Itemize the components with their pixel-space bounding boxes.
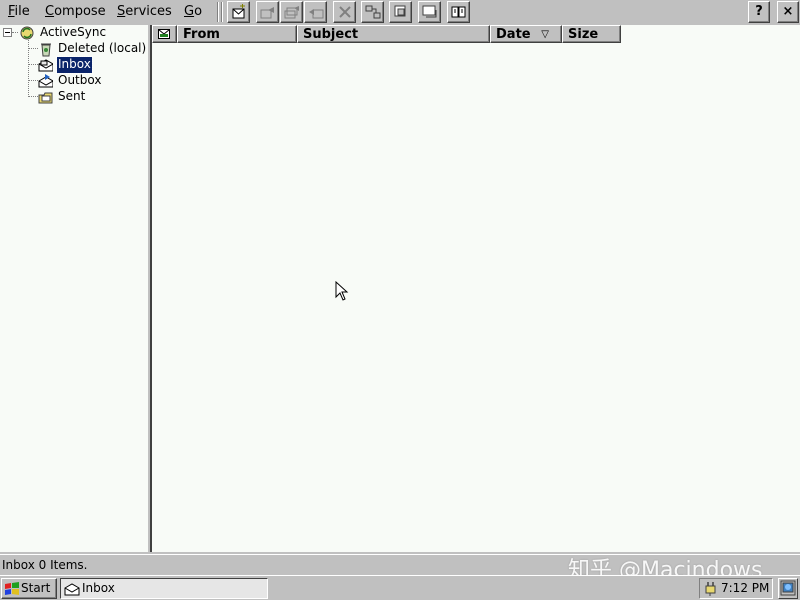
- column-header-size[interactable]: Size: [562, 25, 621, 43]
- status-text: Inbox 0 Items.: [2, 558, 88, 572]
- column-header-from[interactable]: From: [177, 25, 297, 43]
- send-receive-button[interactable]: [418, 1, 441, 23]
- message-list[interactable]: From Subject Date ▽ Size: [152, 25, 800, 552]
- sent-folder-icon: [38, 92, 53, 104]
- show-desktop-button[interactable]: [778, 578, 798, 599]
- connect-button[interactable]: [361, 1, 384, 23]
- tree-item-inbox[interactable]: Inbox: [0, 56, 148, 74]
- inbox-icon: [64, 583, 80, 596]
- delete-icon: [339, 6, 351, 18]
- start-label: Start: [21, 581, 51, 595]
- column-header-icon[interactable]: [152, 25, 177, 43]
- reply-all-icon: [284, 6, 299, 19]
- tree-item-activesync[interactable]: ActiveSync: [0, 25, 148, 41]
- show-desktop-icon: [780, 580, 796, 596]
- disconnect-button[interactable]: [389, 1, 412, 23]
- column-header-date[interactable]: Date ▽: [490, 25, 562, 43]
- forward-button[interactable]: [304, 1, 327, 23]
- folder-tree: ActiveSync Deleted (local) Inbox Outbox: [0, 25, 148, 552]
- tree-label: ActiveSync: [40, 25, 107, 39]
- clock[interactable]: 7:12 PM: [721, 581, 769, 595]
- outbox-icon: [38, 74, 53, 88]
- taskbar-button-inbox[interactable]: Inbox: [60, 578, 268, 599]
- start-button[interactable]: Start: [1, 578, 57, 599]
- disconnect-icon: [394, 5, 406, 17]
- menu-compose[interactable]: Compose: [45, 4, 106, 20]
- delete-button[interactable]: [333, 1, 356, 23]
- taskbar: Start Inbox 7:12 PM: [0, 575, 800, 600]
- deleted-folder-icon: [41, 43, 51, 57]
- envelope-icon: [158, 29, 170, 39]
- toolbar-separator: [218, 2, 219, 22]
- reply-all-button[interactable]: [280, 1, 303, 23]
- connect-icon: [365, 5, 381, 19]
- address-book-icon: [451, 6, 466, 18]
- activesync-icon: [20, 26, 34, 40]
- toolbar-separator: [222, 2, 223, 22]
- tree-item-sent[interactable]: Sent: [0, 89, 148, 105]
- new-message-icon: [232, 4, 245, 19]
- menu-go[interactable]: Go: [184, 4, 202, 20]
- list-header: From Subject Date ▽ Size: [152, 25, 800, 43]
- system-tray: 7:12 PM: [699, 578, 773, 599]
- close-button[interactable]: ×: [777, 1, 799, 23]
- tree-label: Deleted (local): [58, 41, 147, 55]
- send-receive-icon: [422, 5, 437, 18]
- collapse-toggle[interactable]: [3, 28, 12, 37]
- forward-icon: [309, 9, 324, 19]
- help-button[interactable]: ?: [748, 1, 770, 23]
- column-header-subject[interactable]: Subject: [297, 25, 490, 43]
- taskbar-button-label: Inbox: [82, 581, 115, 595]
- sort-descending-icon: ▽: [541, 29, 549, 40]
- tree-item-deleted[interactable]: Deleted (local): [0, 41, 148, 57]
- inbox-icon: [38, 59, 53, 72]
- menu-file[interactable]: File: [8, 4, 30, 20]
- new-message-button[interactable]: [227, 1, 250, 23]
- windows-logo-icon: [5, 582, 19, 595]
- power-plug-icon[interactable]: [703, 580, 719, 596]
- command-bar: File Compose Services Go ? ×: [0, 0, 800, 24]
- reply-icon: [260, 7, 274, 19]
- mouse-cursor-icon: [335, 281, 349, 301]
- address-book-button[interactable]: [447, 1, 470, 23]
- tree-label: Inbox: [56, 56, 93, 74]
- tree-label: Outbox: [58, 73, 102, 87]
- menu-services[interactable]: Services: [117, 4, 172, 20]
- tree-label: Sent: [58, 89, 86, 103]
- reply-button[interactable]: [256, 1, 279, 23]
- tree-item-outbox[interactable]: Outbox: [0, 73, 148, 89]
